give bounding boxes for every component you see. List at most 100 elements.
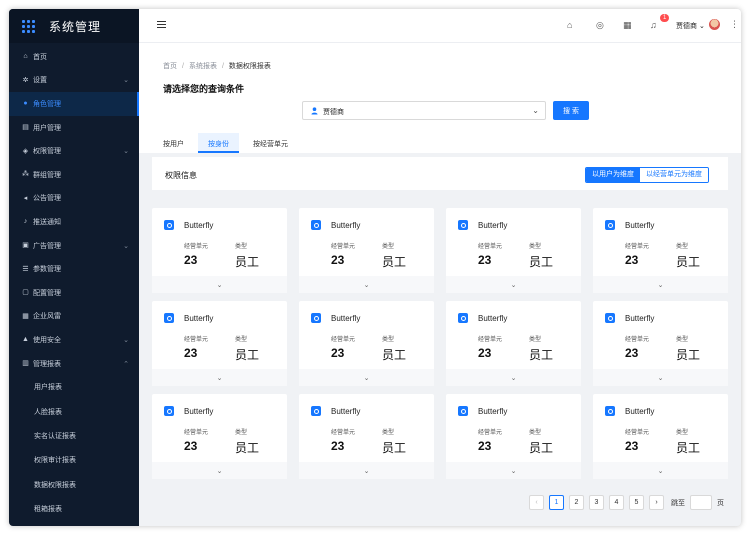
chevron-down-icon: ⌄ xyxy=(363,281,370,289)
sidebar-subitem[interactable]: 权限审计报表 xyxy=(9,448,139,472)
notification-badge: 1 xyxy=(660,14,670,22)
card-expand-button[interactable]: ⌄ xyxy=(446,369,581,386)
card-value-type: 员工 xyxy=(382,348,407,362)
page-button[interactable]: 3 xyxy=(589,495,604,510)
card-expand-button[interactable]: ⌄ xyxy=(299,369,434,386)
sidebar-item-label: 推送通知 xyxy=(33,218,61,226)
sidebar-item[interactable]: ♪ 推送通知 xyxy=(9,210,139,234)
topbar: ⌂ ◎ ▦ ♫ 1 贾德商 ⌄ ⋮ xyxy=(139,9,741,43)
card-label-unit: 经营单元 xyxy=(478,337,503,343)
card-expand-button[interactable]: ⌄ xyxy=(593,462,728,479)
sidebar-subitem[interactable]: 数据权限报表 xyxy=(9,473,139,497)
permission-card: Butterfly 经营单元 类型 23 员工 ⌄ xyxy=(593,394,728,479)
sidebar-item[interactable]: ▤ 用户管理 xyxy=(9,116,139,140)
list-icon: ☰ xyxy=(22,265,29,273)
bell-icon[interactable]: ♫ xyxy=(650,20,657,30)
sidebar-item[interactable]: ⁂ 群组管理 xyxy=(9,163,139,187)
sidebar-item[interactable]: ◈ 权限管理 ⌄ xyxy=(9,139,139,163)
card-expand-button[interactable]: ⌄ xyxy=(593,369,728,386)
group-icon: ⁂ xyxy=(22,171,29,179)
card-expand-button[interactable]: ⌄ xyxy=(152,369,287,386)
username[interactable]: 贾德商 ⌄ xyxy=(676,21,705,31)
goto-page-input[interactable] xyxy=(690,495,712,510)
sidebar-item-label: 企业风雷 xyxy=(33,313,61,321)
more-icon[interactable]: ⋮ xyxy=(730,19,739,30)
grid-icon: ▦ xyxy=(22,312,29,320)
sidebar-item[interactable]: ▥ 管理报表 ⌃ xyxy=(9,352,139,376)
sidebar-item-label: 角色管理 xyxy=(33,100,61,108)
tab-by-business-unit[interactable]: 按经营单元 xyxy=(245,133,296,153)
card-label-unit: 经营单元 xyxy=(184,430,209,436)
card-value-unit: 23 xyxy=(184,253,198,267)
sidebar-subitem[interactable]: 实名认证报表 xyxy=(9,424,139,448)
page-button[interactable]: 5 xyxy=(629,495,644,510)
page-button[interactable]: 1 xyxy=(549,495,564,510)
search-button[interactable]: 搜 索 xyxy=(553,101,589,120)
sidebar-item[interactable]: ⌂ 首页 xyxy=(9,45,139,69)
headset-icon[interactable]: ◎ xyxy=(596,20,604,31)
card-value-type: 员工 xyxy=(235,441,260,455)
card-label-type: 类型 xyxy=(235,337,248,343)
sidebar-item[interactable]: ▣ 广告管理 ⌄ xyxy=(9,234,139,258)
next-page-button[interactable]: › xyxy=(649,495,664,510)
breadcrumb-reports[interactable]: 系统报表 xyxy=(189,63,217,70)
sidebar-item-label: 权限管理 xyxy=(33,148,61,156)
card-value-type: 员工 xyxy=(382,255,407,269)
sidebar-subitem[interactable]: 人脸报表 xyxy=(9,400,139,424)
card-expand-button[interactable]: ⌄ xyxy=(593,276,728,293)
card-value-type: 员工 xyxy=(676,255,701,269)
home-icon[interactable]: ⌂ xyxy=(567,20,572,30)
sidebar-item-label: 参数管理 xyxy=(33,266,61,274)
card-icon xyxy=(311,406,321,416)
card-value-unit: 23 xyxy=(184,346,198,360)
card-label-type: 类型 xyxy=(529,244,542,250)
card-expand-button[interactable]: ⌄ xyxy=(446,462,581,479)
card-value-unit: 23 xyxy=(625,346,639,360)
card-label-unit: 经营单元 xyxy=(625,244,650,250)
shield-icon: ◈ xyxy=(22,147,29,155)
page-button[interactable]: 2 xyxy=(569,495,584,510)
prev-page-button[interactable]: ‹ xyxy=(529,495,544,510)
permission-card: Butterfly 经营单元 类型 23 员工 ⌄ xyxy=(152,208,287,293)
page-list: 12345 xyxy=(549,495,649,510)
card-expand-button[interactable]: ⌄ xyxy=(152,276,287,293)
sidebar-item[interactable]: ▢ 配置管理 xyxy=(9,281,139,305)
card-expand-button[interactable]: ⌄ xyxy=(446,276,581,293)
sidebar-item[interactable]: ☰ 参数管理 xyxy=(9,257,139,281)
card-value-unit: 23 xyxy=(478,439,492,453)
user-select[interactable]: 贾德商 ⌄ xyxy=(302,101,546,120)
sidebar-item[interactable]: ✲ 设置 ⌄ xyxy=(9,69,139,93)
pagination: ‹ 12345 › 跳至 页 xyxy=(529,495,724,510)
user-icon xyxy=(311,107,318,115)
sidebar-item[interactable]: ▦ 企业风雷 xyxy=(9,305,139,329)
card-value-unit: 23 xyxy=(331,439,345,453)
tab-by-identity[interactable]: 按身份 xyxy=(198,133,239,153)
config-icon: ▢ xyxy=(22,289,29,297)
card-name: Butterfly xyxy=(331,314,361,323)
chevron-down-icon: ⌄ xyxy=(363,467,370,475)
app-window: 系统管理 ⌂ 首页 ✲ 设置 ⌄ ● 角色管理 ▤ 用户管理 ◈ 权限管理 ⌄ ⁂ 群组管理 ◂ 公告管理 ♪ 推… xyxy=(9,9,741,526)
app-grid-icon[interactable] xyxy=(22,19,35,33)
user-circle-icon: ● xyxy=(23,100,28,108)
page-head: 首页 / 系统报表 / 数据权限报表 请选择您的查询条件 贾德商 ⌄ 搜 索 按用户 按… xyxy=(139,43,741,153)
sidebar-item[interactable]: ● 角色管理 xyxy=(9,92,139,116)
menu-toggle-icon[interactable] xyxy=(157,21,166,30)
card-expand-button[interactable]: ⌄ xyxy=(152,462,287,479)
sidebar-item[interactable]: ▲ 使用安全 ⌄ xyxy=(9,328,139,352)
sidebar-subitem[interactable]: 租箱报表 xyxy=(9,497,139,521)
avatar[interactable] xyxy=(709,19,720,30)
card-expand-button[interactable]: ⌄ xyxy=(299,276,434,293)
chevron-down-icon: ⌄ xyxy=(532,106,539,115)
card-expand-button[interactable]: ⌄ xyxy=(299,462,434,479)
sidebar-item[interactable]: ◂ 公告管理 xyxy=(9,187,139,211)
toggle-by-business-unit[interactable]: 以经营单元为维度 xyxy=(640,168,708,182)
breadcrumb-current: 数据权限报表 xyxy=(228,63,271,70)
card-icon xyxy=(311,220,321,230)
page-button[interactable]: 4 xyxy=(609,495,624,510)
card-name: Butterfly xyxy=(478,407,508,416)
qrcode-icon[interactable]: ▦ xyxy=(623,20,632,31)
toggle-by-user[interactable]: 以用户为维度 xyxy=(586,168,640,182)
breadcrumb-home[interactable]: 首页 xyxy=(163,63,177,70)
tab-by-user[interactable]: 按用户 xyxy=(163,133,192,153)
sidebar-subitem[interactable]: 用户报表 xyxy=(9,375,139,399)
